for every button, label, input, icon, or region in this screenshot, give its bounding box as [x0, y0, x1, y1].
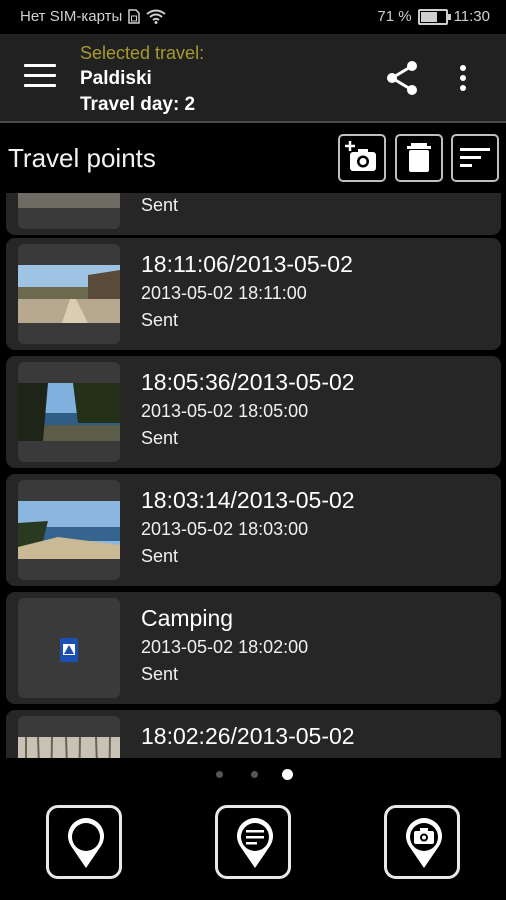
- section-title: Travel points: [8, 143, 156, 173]
- selected-travel-info[interactable]: Selected travel: Paldiski Travel day: 2: [80, 40, 204, 118]
- battery-percent: 71 %: [377, 8, 412, 25]
- battery-fill: [420, 11, 437, 22]
- travel-point-thumbnail[interactable]: [18, 598, 120, 698]
- wifi-icon: [146, 9, 166, 24]
- travel-point-status: Sent: [141, 428, 179, 448]
- sim-icon: [128, 9, 141, 24]
- travel-point-date: 2013-05-02 18:11:00: [141, 283, 307, 303]
- delete-button[interactable]: [395, 134, 443, 182]
- travel-point-title: 18:11:06/2013-05-02: [141, 251, 353, 277]
- page-dot[interactable]: [251, 771, 258, 778]
- travel-point-card[interactable]: Camping 2013-05-02 18:02:00 Sent: [6, 592, 501, 704]
- travel-point-title: Camping: [141, 605, 234, 631]
- camera-pin-button[interactable]: [384, 805, 460, 879]
- travel-point-title: 18:03:14/2013-05-02: [141, 487, 355, 513]
- status-right: 71 % 11:30: [377, 8, 490, 25]
- section-header: Travel points: [0, 123, 506, 193]
- sort-icon: [460, 148, 490, 167]
- travel-point-title: 18:05:36/2013-05-02: [141, 369, 355, 395]
- bottom-nav: [0, 790, 506, 900]
- travel-point-status: Sent: [141, 195, 179, 215]
- note-pin-icon: [237, 818, 273, 868]
- travel-point-thumbnail[interactable]: [18, 362, 120, 462]
- travel-point-card[interactable]: 18:11:06/2013-05-02 2013-05-02 18:11:00 …: [6, 238, 501, 350]
- travel-point-card[interactable]: Sent: [6, 193, 501, 235]
- app-bar: Selected travel: Paldiski Travel day: 2: [0, 34, 506, 123]
- travel-point-status: Sent: [141, 546, 179, 566]
- travel-point-card[interactable]: 18:02:26/2013-05-02: [6, 710, 501, 758]
- note-pin-button[interactable]: [215, 805, 291, 879]
- page-dot[interactable]: [216, 771, 223, 778]
- selected-travel-label: Selected travel:: [80, 43, 205, 63]
- travel-point-date: 2013-05-02 18:03:00: [141, 519, 309, 539]
- travel-point-status: Sent: [141, 310, 179, 330]
- share-icon[interactable]: [382, 58, 422, 98]
- status-left: Нет SIM-карты: [20, 8, 166, 25]
- travel-point-card[interactable]: 18:03:14/2013-05-02 2013-05-02 18:03:00 …: [6, 474, 501, 586]
- travel-point-status: Sent: [141, 664, 179, 684]
- page-indicator: [0, 768, 506, 782]
- travel-point-title: 18:02:26/2013-05-02: [141, 723, 355, 749]
- camping-icon: [60, 638, 78, 662]
- carrier-text: Нет SIM-карты: [20, 8, 123, 25]
- more-vert-icon[interactable]: [448, 60, 478, 96]
- camera-pin-icon: [406, 818, 442, 868]
- travel-point-thumbnail[interactable]: [18, 244, 120, 344]
- photo-thumbnail: [18, 193, 120, 208]
- travel-points-list[interactable]: Sent 18:11:06/2013-05-02 2013-05-02 18:1…: [0, 193, 506, 758]
- travel-point-thumbnail[interactable]: [18, 193, 120, 229]
- map-pin-button[interactable]: [46, 805, 122, 879]
- photo-thumbnail: [18, 501, 120, 559]
- clock: 11:30: [453, 8, 490, 25]
- battery-icon: [417, 8, 451, 25]
- status-bar: Нет SIM-карты 71 % 11:30: [0, 0, 506, 34]
- travel-name: Paldiski: [80, 68, 152, 89]
- map-pin-icon: [68, 818, 104, 868]
- hamburger-menu-icon[interactable]: [24, 64, 56, 90]
- photo-thumbnail: [18, 737, 120, 758]
- page-dot-active[interactable]: [282, 769, 293, 780]
- travel-point-date: 2013-05-02 18:05:00: [141, 401, 309, 421]
- travel-point-thumbnail[interactable]: [18, 480, 120, 580]
- add-photo-button[interactable]: [338, 134, 386, 182]
- travel-point-date: 2013-05-02 18:02:00: [141, 637, 309, 657]
- travel-point-thumbnail[interactable]: [18, 716, 120, 758]
- sort-button[interactable]: [451, 134, 499, 182]
- photo-thumbnail: [18, 265, 120, 323]
- travel-day: Travel day: 2: [80, 94, 196, 115]
- trash-icon: [407, 143, 431, 172]
- travel-point-card[interactable]: 18:05:36/2013-05-02 2013-05-02 18:05:00 …: [6, 356, 501, 468]
- photo-thumbnail: [18, 383, 120, 441]
- add-photo-icon: [345, 141, 376, 171]
